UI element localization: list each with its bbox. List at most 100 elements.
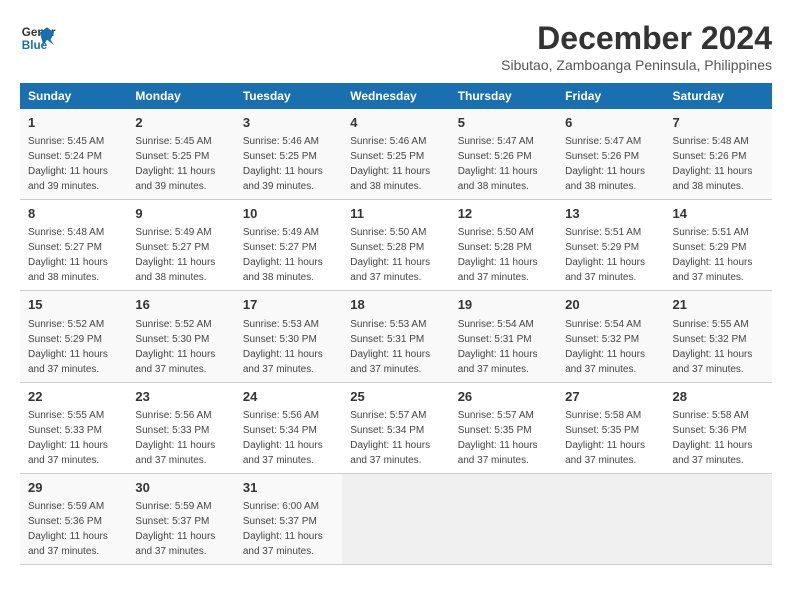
day-cell: 16 Sunrise: 5:52 AMSunset: 5:30 PMDaylig… (127, 291, 234, 382)
day-number: 20 (565, 296, 656, 314)
calendar-table: Sunday Monday Tuesday Wednesday Thursday… (20, 83, 772, 565)
day-cell: 19 Sunrise: 5:54 AMSunset: 5:31 PMDaylig… (450, 291, 557, 382)
day-number: 5 (458, 114, 549, 132)
day-number: 1 (28, 114, 119, 132)
day-number: 14 (673, 205, 764, 223)
day-number: 4 (350, 114, 441, 132)
day-number: 22 (28, 388, 119, 406)
day-number: 13 (565, 205, 656, 223)
col-tuesday: Tuesday (235, 83, 342, 109)
day-info: Sunrise: 5:51 AMSunset: 5:29 PMDaylight:… (673, 227, 753, 283)
day-cell: 22 Sunrise: 5:55 AMSunset: 5:33 PMDaylig… (20, 382, 127, 473)
day-info: Sunrise: 5:46 AMSunset: 5:25 PMDaylight:… (350, 136, 430, 192)
day-number: 10 (243, 205, 334, 223)
day-info: Sunrise: 5:45 AMSunset: 5:25 PMDaylight:… (135, 136, 215, 192)
day-cell: 4 Sunrise: 5:46 AMSunset: 5:25 PMDayligh… (342, 109, 449, 200)
day-cell: 15 Sunrise: 5:52 AMSunset: 5:29 PMDaylig… (20, 291, 127, 382)
day-cell: 31 Sunrise: 6:00 AMSunset: 5:37 PMDaylig… (235, 473, 342, 564)
day-number: 15 (28, 296, 119, 314)
col-friday: Friday (557, 83, 664, 109)
col-thursday: Thursday (450, 83, 557, 109)
day-cell: 5 Sunrise: 5:47 AMSunset: 5:26 PMDayligh… (450, 109, 557, 200)
day-number: 26 (458, 388, 549, 406)
day-cell: 6 Sunrise: 5:47 AMSunset: 5:26 PMDayligh… (557, 109, 664, 200)
day-info: Sunrise: 5:58 AMSunset: 5:35 PMDaylight:… (565, 410, 645, 466)
empty-cell (557, 473, 664, 564)
day-cell: 14 Sunrise: 5:51 AMSunset: 5:29 PMDaylig… (665, 200, 772, 291)
day-info: Sunrise: 5:59 AMSunset: 5:37 PMDaylight:… (135, 501, 215, 557)
day-number: 6 (565, 114, 656, 132)
day-info: Sunrise: 5:57 AMSunset: 5:34 PMDaylight:… (350, 410, 430, 466)
day-cell: 21 Sunrise: 5:55 AMSunset: 5:32 PMDaylig… (665, 291, 772, 382)
calendar-row: 15 Sunrise: 5:52 AMSunset: 5:29 PMDaylig… (20, 291, 772, 382)
day-number: 23 (135, 388, 226, 406)
day-info: Sunrise: 6:00 AMSunset: 5:37 PMDaylight:… (243, 501, 323, 557)
day-number: 16 (135, 296, 226, 314)
day-number: 12 (458, 205, 549, 223)
day-info: Sunrise: 5:50 AMSunset: 5:28 PMDaylight:… (350, 227, 430, 283)
day-cell: 23 Sunrise: 5:56 AMSunset: 5:33 PMDaylig… (127, 382, 234, 473)
col-wednesday: Wednesday (342, 83, 449, 109)
header-row: Sunday Monday Tuesday Wednesday Thursday… (20, 83, 772, 109)
day-number: 28 (673, 388, 764, 406)
day-cell: 26 Sunrise: 5:57 AMSunset: 5:35 PMDaylig… (450, 382, 557, 473)
day-info: Sunrise: 5:54 AMSunset: 5:31 PMDaylight:… (458, 319, 538, 375)
header: General Blue December 2024 Sibutao, Zamb… (20, 20, 772, 73)
day-number: 3 (243, 114, 334, 132)
day-number: 7 (673, 114, 764, 132)
day-info: Sunrise: 5:56 AMSunset: 5:34 PMDaylight:… (243, 410, 323, 466)
day-number: 11 (350, 205, 441, 223)
day-info: Sunrise: 5:56 AMSunset: 5:33 PMDaylight:… (135, 410, 215, 466)
day-info: Sunrise: 5:47 AMSunset: 5:26 PMDaylight:… (458, 136, 538, 192)
calendar-row: 8 Sunrise: 5:48 AMSunset: 5:27 PMDayligh… (20, 200, 772, 291)
day-cell: 25 Sunrise: 5:57 AMSunset: 5:34 PMDaylig… (342, 382, 449, 473)
day-number: 27 (565, 388, 656, 406)
day-cell: 18 Sunrise: 5:53 AMSunset: 5:31 PMDaylig… (342, 291, 449, 382)
day-info: Sunrise: 5:55 AMSunset: 5:32 PMDaylight:… (673, 319, 753, 375)
day-number: 9 (135, 205, 226, 223)
day-number: 29 (28, 479, 119, 497)
col-sunday: Sunday (20, 83, 127, 109)
page-subtitle: Sibutao, Zamboanga Peninsula, Philippine… (501, 57, 772, 73)
col-saturday: Saturday (665, 83, 772, 109)
day-info: Sunrise: 5:58 AMSunset: 5:36 PMDaylight:… (673, 410, 753, 466)
day-cell: 2 Sunrise: 5:45 AMSunset: 5:25 PMDayligh… (127, 109, 234, 200)
day-cell: 28 Sunrise: 5:58 AMSunset: 5:36 PMDaylig… (665, 382, 772, 473)
day-cell: 11 Sunrise: 5:50 AMSunset: 5:28 PMDaylig… (342, 200, 449, 291)
day-cell: 30 Sunrise: 5:59 AMSunset: 5:37 PMDaylig… (127, 473, 234, 564)
day-info: Sunrise: 5:57 AMSunset: 5:35 PMDaylight:… (458, 410, 538, 466)
day-info: Sunrise: 5:49 AMSunset: 5:27 PMDaylight:… (135, 227, 215, 283)
day-info: Sunrise: 5:53 AMSunset: 5:30 PMDaylight:… (243, 319, 323, 375)
day-info: Sunrise: 5:46 AMSunset: 5:25 PMDaylight:… (243, 136, 323, 192)
logo-icon: General Blue (20, 20, 56, 56)
day-info: Sunrise: 5:59 AMSunset: 5:36 PMDaylight:… (28, 501, 108, 557)
day-cell: 3 Sunrise: 5:46 AMSunset: 5:25 PMDayligh… (235, 109, 342, 200)
day-cell: 24 Sunrise: 5:56 AMSunset: 5:34 PMDaylig… (235, 382, 342, 473)
day-info: Sunrise: 5:54 AMSunset: 5:32 PMDaylight:… (565, 319, 645, 375)
logo: General Blue (20, 20, 56, 56)
day-info: Sunrise: 5:47 AMSunset: 5:26 PMDaylight:… (565, 136, 645, 192)
day-cell: 8 Sunrise: 5:48 AMSunset: 5:27 PMDayligh… (20, 200, 127, 291)
empty-cell (665, 473, 772, 564)
day-number: 25 (350, 388, 441, 406)
day-number: 24 (243, 388, 334, 406)
day-number: 17 (243, 296, 334, 314)
page-title: December 2024 (501, 20, 772, 57)
day-info: Sunrise: 5:51 AMSunset: 5:29 PMDaylight:… (565, 227, 645, 283)
day-number: 31 (243, 479, 334, 497)
day-info: Sunrise: 5:52 AMSunset: 5:29 PMDaylight:… (28, 319, 108, 375)
calendar-row: 1 Sunrise: 5:45 AMSunset: 5:24 PMDayligh… (20, 109, 772, 200)
day-cell: 27 Sunrise: 5:58 AMSunset: 5:35 PMDaylig… (557, 382, 664, 473)
empty-cell (342, 473, 449, 564)
empty-cell (450, 473, 557, 564)
day-cell: 7 Sunrise: 5:48 AMSunset: 5:26 PMDayligh… (665, 109, 772, 200)
day-number: 18 (350, 296, 441, 314)
col-monday: Monday (127, 83, 234, 109)
day-cell: 1 Sunrise: 5:45 AMSunset: 5:24 PMDayligh… (20, 109, 127, 200)
day-cell: 20 Sunrise: 5:54 AMSunset: 5:32 PMDaylig… (557, 291, 664, 382)
day-info: Sunrise: 5:53 AMSunset: 5:31 PMDaylight:… (350, 319, 430, 375)
calendar-row: 22 Sunrise: 5:55 AMSunset: 5:33 PMDaylig… (20, 382, 772, 473)
day-cell: 12 Sunrise: 5:50 AMSunset: 5:28 PMDaylig… (450, 200, 557, 291)
day-info: Sunrise: 5:45 AMSunset: 5:24 PMDaylight:… (28, 136, 108, 192)
day-info: Sunrise: 5:48 AMSunset: 5:27 PMDaylight:… (28, 227, 108, 283)
